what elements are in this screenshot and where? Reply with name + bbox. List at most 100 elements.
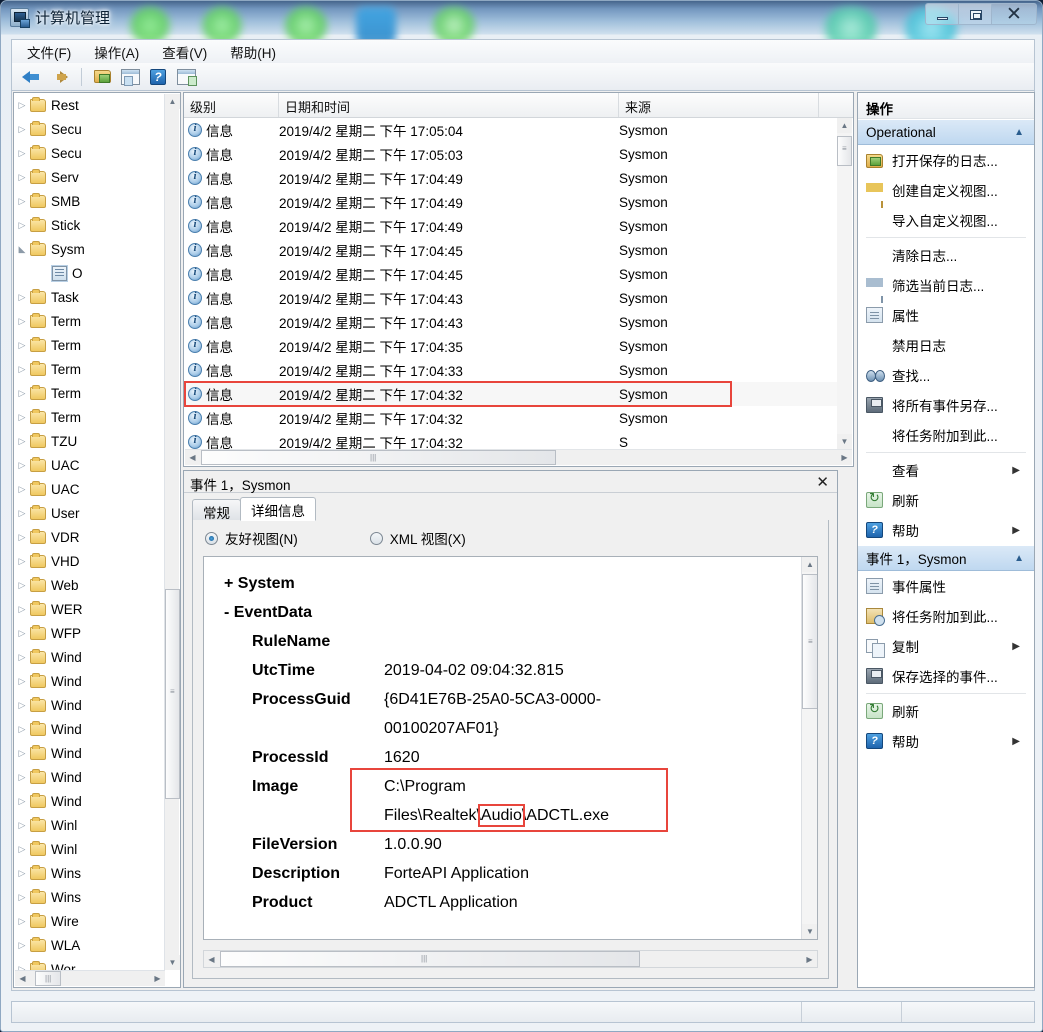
expander-closed-icon[interactable]: ▷	[14, 220, 30, 231]
detail-hscroll-left-arrow[interactable]: ◀	[204, 951, 219, 967]
expander-closed-icon[interactable]: ▷	[14, 412, 30, 423]
radio-friendly-view[interactable]: 友好视图(N)	[205, 528, 298, 548]
expander-closed-icon[interactable]: ▷	[14, 196, 30, 207]
expander-closed-icon[interactable]: ▷	[14, 940, 30, 951]
actions-group-header[interactable]: 事件 1，Sysmon ▲	[858, 545, 1034, 571]
expander-closed-icon[interactable]: ▷	[14, 772, 30, 783]
tree-item[interactable]: ▷ Web	[14, 573, 166, 597]
tree-item[interactable]: ▷ Stick	[14, 213, 166, 237]
tree-item[interactable]: ▷ WER	[14, 597, 166, 621]
event-row[interactable]: 信息 2019/4/2 星期二 下午 17:04:35 Sysmon	[184, 334, 837, 358]
tree-item[interactable]: ▷ Wind	[14, 789, 166, 813]
tree-item[interactable]: ▷ WLA	[14, 933, 166, 957]
tab-details[interactable]: 详细信息	[240, 497, 316, 521]
expander-closed-icon[interactable]: ▷	[14, 172, 30, 183]
expander-closed-icon[interactable]: ▷	[14, 124, 30, 135]
tree-item[interactable]: ▷ UAC	[14, 477, 166, 501]
console-tree[interactable]: ▷ Rest ▷ Secu ▷ Secu ▷ Serv ▷ SMB ▷ Stick ◢ Sysm O ▷ Tas…	[14, 93, 166, 971]
forward-button[interactable]	[48, 66, 72, 88]
tree-item[interactable]: ▷ Wire	[14, 909, 166, 933]
menu-action[interactable]: 操作(A)	[85, 39, 148, 65]
column-header-level[interactable]: 级别	[184, 93, 279, 117]
actions-group-header[interactable]: Operational ▲	[858, 119, 1034, 145]
tree-item[interactable]: ▷ Wor	[14, 957, 166, 971]
action-item[interactable]: 查看 ▶	[858, 455, 1034, 485]
back-button[interactable]	[20, 66, 44, 88]
event-row[interactable]: 信息 2019/4/2 星期二 下午 17:04:49 Sysmon	[184, 166, 837, 190]
action-item[interactable]: 禁用日志	[858, 330, 1034, 360]
event-row[interactable]: 信息 2019/4/2 星期二 下午 17:04:32 S	[184, 430, 837, 449]
event-scroll-thumb[interactable]: ≡	[837, 136, 852, 166]
expander-closed-icon[interactable]: ▷	[14, 652, 30, 663]
column-header-source[interactable]: 来源	[619, 93, 819, 117]
action-item[interactable]: ? 帮助 ▶	[858, 726, 1034, 756]
detail-scroll-thumb[interactable]: ≡	[802, 574, 817, 709]
tree-item[interactable]: ◢ Sysm	[14, 237, 166, 261]
tree-item[interactable]: ▷ Wins	[14, 861, 166, 885]
expander-closed-icon[interactable]: ▷	[14, 388, 30, 399]
event-row[interactable]: 信息 2019/4/2 星期二 下午 17:04:33 Sysmon	[184, 358, 837, 382]
event-hscroll-left-arrow[interactable]: ◀	[185, 450, 200, 465]
maximize-button[interactable]	[958, 3, 991, 25]
detail-scroll-up-arrow[interactable]: ▲	[802, 557, 817, 572]
expander-closed-icon[interactable]: ▷	[14, 748, 30, 759]
detail-close-icon[interactable]: ✕	[816, 473, 829, 491]
expander-closed-icon[interactable]: ▷	[14, 292, 30, 303]
tree-item[interactable]: ▷ VDR	[14, 525, 166, 549]
submenu-arrow-icon[interactable]: ▶	[1012, 465, 1020, 476]
chevron-up-icon[interactable]: ▲	[1014, 553, 1024, 564]
event-rows[interactable]: 信息 2019/4/2 星期二 下午 17:05:04 Sysmon 信息 2019/4…	[184, 118, 837, 449]
action-item[interactable]: 刷新	[858, 485, 1034, 515]
expander-closed-icon[interactable]: ▷	[14, 532, 30, 543]
tree-item[interactable]: ▷ UAC	[14, 453, 166, 477]
column-header-datetime[interactable]: 日期和时间	[279, 93, 619, 117]
tree-scroll-left-arrow[interactable]: ◀	[15, 971, 30, 986]
detail-hscroll-thumb[interactable]: |||	[220, 951, 640, 967]
event-hscroll-thumb[interactable]: |||	[201, 450, 556, 465]
tree-item[interactable]: ▷ Term	[14, 381, 166, 405]
action-item[interactable]: ? 帮助 ▶	[858, 515, 1034, 545]
expander-closed-icon[interactable]: ▷	[14, 796, 30, 807]
tree-item[interactable]: ▷ TZU	[14, 429, 166, 453]
detail-scroll-down-arrow[interactable]: ▼	[802, 924, 817, 939]
expander-closed-icon[interactable]: ▷	[14, 700, 30, 711]
action-item[interactable]: 保存选择的事件...	[858, 661, 1034, 691]
expander-open-icon[interactable]: ◢	[14, 244, 30, 255]
tree-vertical-scrollbar[interactable]: ▲ ▼ ≡	[164, 94, 180, 970]
expander-closed-icon[interactable]: ▷	[14, 460, 30, 471]
event-list-horizontal-scrollbar[interactable]: ◀ ▶ |||	[185, 449, 852, 465]
chevron-up-icon[interactable]: ▲	[1014, 127, 1024, 138]
action-item[interactable]: 将所有事件另存...	[858, 390, 1034, 420]
tree-item[interactable]: ▷ SMB	[14, 189, 166, 213]
expander-closed-icon[interactable]: ▷	[14, 868, 30, 879]
toggle-action-pane-button[interactable]	[175, 66, 199, 88]
tree-item[interactable]: ▷ Winl	[14, 837, 166, 861]
tree-item[interactable]: ▷ Rest	[14, 93, 166, 117]
expander-closed-icon[interactable]: ▷	[14, 436, 30, 447]
menu-file[interactable]: 文件(F)	[18, 39, 80, 65]
event-row[interactable]: 信息 2019/4/2 星期二 下午 17:04:45 Sysmon	[184, 238, 837, 262]
event-detail-view[interactable]: + System - EventData RuleName UtcTime 2019-0…	[203, 556, 818, 940]
tree-scroll-down-arrow[interactable]: ▼	[165, 955, 180, 970]
expander-closed-icon[interactable]: ▷	[14, 148, 30, 159]
tree-item[interactable]: ▷ Term	[14, 405, 166, 429]
tree-scroll-up-arrow[interactable]: ▲	[165, 94, 180, 109]
action-item[interactable]: 将任务附加到此...	[858, 420, 1034, 450]
minimize-button[interactable]	[925, 3, 958, 25]
toggle-tree-button[interactable]	[119, 66, 143, 88]
menu-view[interactable]: 查看(V)	[153, 39, 216, 65]
tree-item[interactable]: ▷ Wind	[14, 693, 166, 717]
action-item[interactable]: 清除日志...	[858, 240, 1034, 270]
tree-item[interactable]: ▷ Wind	[14, 669, 166, 693]
action-item[interactable]: 创建自定义视图...	[858, 175, 1034, 208]
radio-xml-view[interactable]: XML 视图(X)	[369, 528, 466, 548]
expander-closed-icon[interactable]: ▷	[14, 364, 30, 375]
open-folder-button[interactable]	[91, 66, 115, 88]
event-row[interactable]: 信息 2019/4/2 星期二 下午 17:04:45 Sysmon	[184, 262, 837, 286]
event-row[interactable]: 信息 2019/4/2 星期二 下午 17:04:43 Sysmon	[184, 286, 837, 310]
expander-closed-icon[interactable]: ▷	[14, 916, 30, 927]
tree-item[interactable]: ▷ Term	[14, 309, 166, 333]
event-list-vertical-scrollbar[interactable]: ▲ ▼ ≡	[837, 118, 852, 449]
tree-item[interactable]: ▷ Secu	[14, 117, 166, 141]
expander-closed-icon[interactable]: ▷	[14, 556, 30, 567]
